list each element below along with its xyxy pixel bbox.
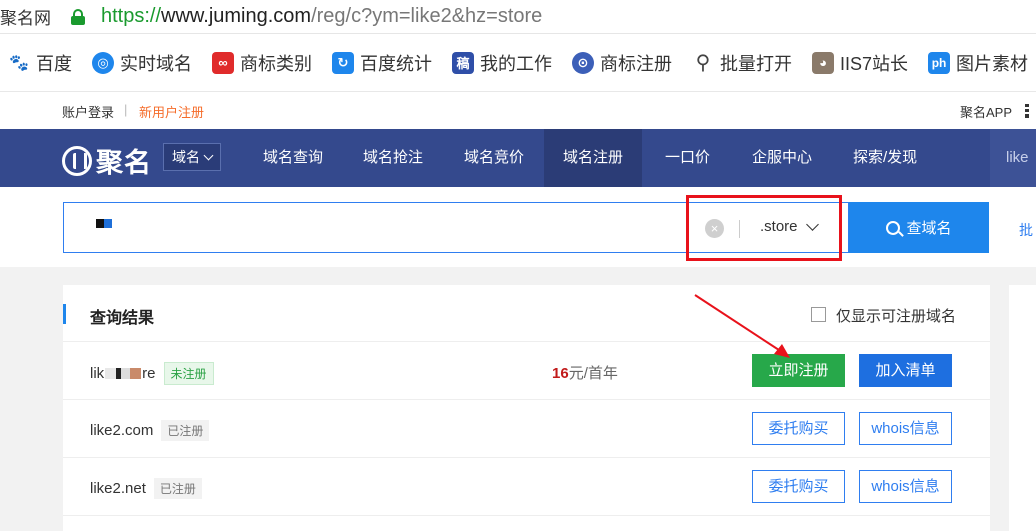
- nav-enterprise[interactable]: 企服中心: [733, 129, 831, 187]
- bookmark-label: 实时域名: [120, 53, 192, 74]
- logo-text: 聚名: [96, 148, 152, 178]
- site-logo[interactable]: 聚名: [62, 141, 152, 180]
- bookmark-label: 商标注册: [600, 53, 672, 74]
- nav-domain-snatch[interactable]: 域名抢注: [344, 129, 442, 187]
- bookmark-baidu-stats[interactable]: ↻ 百度统计: [332, 50, 432, 76]
- trademark-reg-icon: ⊙: [572, 51, 594, 74]
- browser-address-bar[interactable]: 聚名网 https://www.juming.com/reg/c?ym=like…: [0, 0, 1036, 34]
- title-accent: [63, 304, 66, 324]
- bookmark-baidu[interactable]: 🐾 百度: [8, 50, 72, 76]
- ph-icon: ph: [928, 51, 951, 74]
- available-only-checkbox[interactable]: [811, 307, 826, 322]
- bookmark-iis7[interactable]: ◕ IIS7站长: [812, 50, 908, 76]
- bookmark-batch-open[interactable]: ⚲ 批量打开: [692, 50, 792, 76]
- add-to-list-button[interactable]: 加入清单: [859, 354, 952, 387]
- bookmarks-bar: 🐾 百度 ◎ 实时域名 ∞ 商标类别 ↻ 百度统计 稿 我的工作 ⊙ 商标注册 …: [0, 34, 1036, 92]
- search-domain-button[interactable]: 查域名: [849, 202, 989, 253]
- search-icon: ⚲: [692, 51, 714, 74]
- bookmark-label: 批量打开: [720, 53, 792, 74]
- results-header: 查询结果 仅显示可注册域名: [63, 285, 990, 342]
- redacted-text: [105, 368, 142, 379]
- search-button-label: 查域名: [906, 220, 952, 237]
- bookmark-realtime-domain[interactable]: ◎ 实时域名: [92, 50, 192, 76]
- husky-icon: ◕: [812, 51, 834, 74]
- trademark-class-icon: ∞: [212, 51, 234, 74]
- nav-domain-auction[interactable]: 域名竞价: [445, 129, 543, 187]
- status-badge: 已注册: [161, 420, 210, 441]
- category-label: 域名: [172, 149, 200, 165]
- main-nav: 聚名 域名 域名查询 域名抢注 域名竞价 域名注册 一口价 企服中心 探索/发现…: [0, 129, 1036, 187]
- logo-icon: [62, 145, 92, 176]
- more-icon[interactable]: [1025, 104, 1029, 118]
- search-icon: [886, 220, 901, 235]
- bookmark-trademark-class[interactable]: ∞ 商标类别: [212, 50, 312, 76]
- table-row: like2.net 已注册 委托购买 whois信息: [63, 458, 990, 516]
- domain-name: like2.net 已注册: [90, 478, 202, 499]
- register-link[interactable]: 新用户注册: [139, 102, 204, 121]
- register-now-button[interactable]: 立即注册: [752, 354, 845, 387]
- redacted-text: [96, 219, 112, 228]
- chevron-down-icon: [203, 150, 214, 160]
- results-panel: 查询结果 仅显示可注册域名 lik re 未注册 16元/首年 立即注册 加入清单…: [63, 285, 990, 531]
- account-strip: 账户登录 | 新用户注册 聚名APP: [0, 92, 1036, 129]
- bookmark-label: IIS7站长: [840, 53, 909, 74]
- bookmark-images[interactable]: ph 图片素材: [928, 50, 1028, 76]
- nav-fixed-price[interactable]: 一口价: [646, 129, 729, 187]
- lock-icon: [71, 8, 85, 25]
- whois-button[interactable]: whois信息: [859, 470, 952, 503]
- results-title: 查询结果: [90, 310, 155, 327]
- side-panel: [1009, 285, 1036, 531]
- url-text[interactable]: https://www.juming.com/reg/c?ym=like2&hz…: [101, 5, 542, 28]
- bookmark-label: 图片素材: [956, 53, 1029, 74]
- domain-name: lik re 未注册: [90, 362, 214, 385]
- available-only-label[interactable]: 仅显示可注册域名: [836, 305, 956, 326]
- baidu-icon: 🐾: [8, 51, 30, 74]
- table-row: lik re 未注册 16元/首年 立即注册 加入清单: [63, 342, 990, 400]
- bookmark-label: 百度统计: [360, 53, 432, 74]
- nav-domain-register[interactable]: 域名注册: [544, 129, 643, 187]
- work-icon: 稿: [452, 51, 474, 74]
- nav-domain-search[interactable]: 域名查询: [244, 129, 342, 187]
- price: 16元/首年: [552, 365, 618, 382]
- status-badge: 已注册: [153, 478, 202, 499]
- domain-name: like2.com 已注册: [90, 420, 210, 441]
- bookmark-label: 我的工作: [480, 53, 552, 74]
- login-link[interactable]: 账户登录: [62, 102, 114, 121]
- search-input-value[interactable]: [88, 219, 112, 228]
- separator: |: [124, 102, 128, 117]
- tab-title: 聚名网: [0, 9, 51, 28]
- entrust-buy-button[interactable]: 委托购买: [752, 470, 845, 503]
- search-section: × .store 查域名 批: [0, 187, 1036, 267]
- entrust-buy-button[interactable]: 委托购买: [752, 412, 845, 445]
- bookmark-trademark-reg[interactable]: ⊙ 商标注册: [572, 50, 672, 76]
- whois-button[interactable]: whois信息: [859, 412, 952, 445]
- table-row: like2.com 已注册 委托购买 whois信息: [63, 400, 990, 458]
- category-select[interactable]: 域名: [163, 143, 221, 171]
- bookmark-label: 商标类别: [240, 53, 312, 74]
- highlight-box: [686, 195, 842, 261]
- nav-explore[interactable]: 探索/发现: [834, 129, 936, 187]
- app-link[interactable]: 聚名APP: [960, 102, 1012, 121]
- baidu-stats-icon: ↻: [332, 51, 354, 74]
- batch-search-link[interactable]: 批: [1019, 220, 1033, 240]
- nav-right-partial[interactable]: like: [990, 129, 1036, 187]
- status-badge: 未注册: [163, 362, 214, 385]
- realtime-domain-icon: ◎: [92, 51, 114, 74]
- bookmark-label: 百度: [36, 53, 72, 74]
- bookmark-my-work[interactable]: 稿 我的工作: [452, 50, 552, 76]
